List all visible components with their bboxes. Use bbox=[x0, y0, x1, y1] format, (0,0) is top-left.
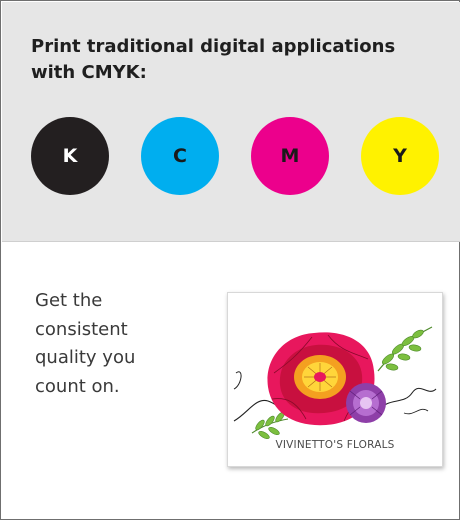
swatch-label: Y bbox=[393, 145, 407, 167]
tagline: Get the consistent quality you count on. bbox=[35, 287, 185, 401]
swatch-label: M bbox=[280, 145, 300, 167]
swatch-label: K bbox=[62, 145, 78, 167]
swatch-yellow: Y bbox=[361, 117, 439, 195]
tagline-line: consistent bbox=[35, 318, 128, 340]
cmyk-panel: Print traditional digital applications w… bbox=[2, 2, 460, 242]
print-sample-card: VIVINETTO'S FLORALS bbox=[227, 292, 443, 467]
swatch-cyan: C bbox=[141, 117, 219, 195]
brand-text: VIVINETTO'S FLORALS bbox=[275, 439, 395, 451]
swatch-label: C bbox=[173, 145, 187, 167]
tagline-line: Get the bbox=[35, 290, 103, 311]
swatch-black: K bbox=[31, 117, 109, 195]
tagline-line: quality you bbox=[35, 347, 136, 368]
tagline-line: count on. bbox=[35, 375, 120, 397]
card-frame: Print traditional digital applications w… bbox=[0, 0, 460, 520]
headline: Print traditional digital applications w… bbox=[31, 36, 396, 83]
swatch-magenta: M bbox=[251, 117, 329, 195]
